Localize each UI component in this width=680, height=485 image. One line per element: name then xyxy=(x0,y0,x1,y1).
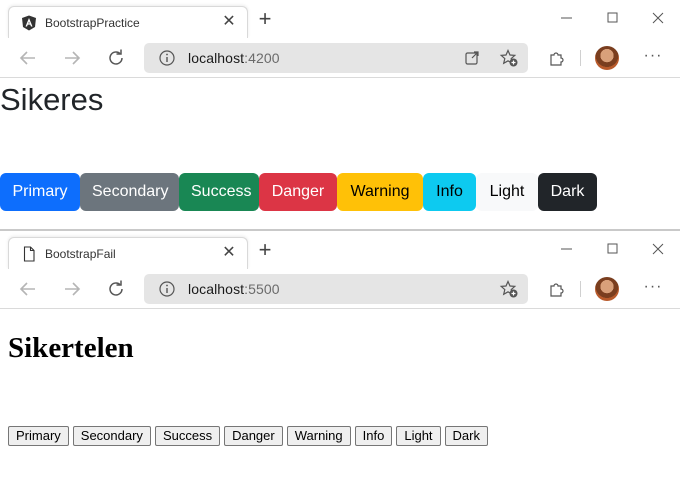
extensions-icon[interactable] xyxy=(546,279,566,299)
reload-icon[interactable] xyxy=(104,277,128,301)
secondary-button[interactable]: Secondary xyxy=(80,173,179,211)
more-options-icon[interactable]: ··· xyxy=(643,48,663,68)
close-window-icon[interactable] xyxy=(648,239,668,259)
minimize-icon[interactable] xyxy=(557,8,577,28)
page-heading: Sikeres xyxy=(0,82,104,117)
back-arrow-icon[interactable] xyxy=(16,46,40,70)
toolbar-divider xyxy=(580,50,581,66)
reload-icon[interactable] xyxy=(104,46,128,70)
new-tab-icon[interactable]: + xyxy=(255,239,275,261)
info-button[interactable]: Info xyxy=(423,173,476,211)
angular-logo-icon xyxy=(22,15,36,31)
browser-window-bootstrap-fail: BootstrapFail ✕ + localhost:5500 ··· Sik… xyxy=(0,231,680,485)
tab-close-icon[interactable]: ✕ xyxy=(219,12,239,32)
add-favorite-icon[interactable] xyxy=(499,279,519,299)
tab-strip: BootstrapFail ✕ + xyxy=(0,231,680,269)
info-icon[interactable] xyxy=(158,280,176,298)
close-window-icon[interactable] xyxy=(648,8,668,28)
document-icon xyxy=(23,246,35,262)
url-host: localhost xyxy=(188,50,245,66)
url-port: :5500 xyxy=(244,281,280,297)
bootstrap-button-row: Primary Secondary Success Danger Warning… xyxy=(0,173,597,211)
light-button[interactable]: Light xyxy=(396,426,441,446)
more-options-icon[interactable]: ··· xyxy=(643,279,663,299)
tab-title: BootstrapPractice xyxy=(45,16,140,30)
tab-bootstrap-practice[interactable]: BootstrapPractice ✕ xyxy=(8,6,248,38)
address-bar[interactable]: localhost:4200 xyxy=(144,43,528,73)
browser-toolbar: localhost:5500 ··· xyxy=(0,269,680,309)
page-heading: Sikertelen xyxy=(8,332,134,364)
profile-avatar[interactable] xyxy=(595,46,619,70)
tab-strip: BootstrapPractice ✕ + xyxy=(0,0,680,38)
browser-window-bootstrap-practice: BootstrapPractice ✕ + localhost:4200 ···… xyxy=(0,0,680,230)
secondary-button[interactable]: Secondary xyxy=(72,426,151,446)
browser-toolbar: localhost:4200 ··· xyxy=(0,38,680,78)
minimize-icon[interactable] xyxy=(557,239,577,259)
back-arrow-icon[interactable] xyxy=(16,277,40,301)
url-text: localhost:5500 xyxy=(188,281,280,297)
profile-avatar[interactable] xyxy=(595,277,619,301)
warning-button[interactable]: Warning xyxy=(337,173,423,211)
primary-button[interactable]: Primary xyxy=(8,426,69,446)
light-button[interactable]: Light xyxy=(476,173,538,211)
maximize-icon[interactable] xyxy=(603,239,623,259)
forward-arrow-icon[interactable] xyxy=(60,46,84,70)
maximize-icon[interactable] xyxy=(603,8,623,28)
info-button[interactable]: Info xyxy=(354,426,393,446)
extensions-icon[interactable] xyxy=(546,48,566,68)
url-host: localhost xyxy=(188,281,245,297)
tab-bootstrap-fail[interactable]: BootstrapFail ✕ xyxy=(8,237,248,269)
url-text: localhost:4200 xyxy=(188,50,280,66)
new-tab-icon[interactable]: + xyxy=(255,8,275,30)
warning-button[interactable]: Warning xyxy=(286,426,351,446)
open-in-app-icon[interactable] xyxy=(464,50,480,66)
tab-close-icon[interactable]: ✕ xyxy=(219,243,239,263)
info-icon[interactable] xyxy=(158,49,176,67)
url-port: :4200 xyxy=(244,50,280,66)
success-button[interactable]: Success xyxy=(179,173,259,211)
address-bar[interactable]: localhost:5500 xyxy=(144,274,528,304)
danger-button[interactable]: Danger xyxy=(224,426,283,446)
primary-button[interactable]: Primary xyxy=(0,173,80,211)
dark-button[interactable]: Dark xyxy=(538,173,597,211)
plain-button-row: Primary Secondary Success Danger Warning… xyxy=(8,426,488,446)
forward-arrow-icon[interactable] xyxy=(60,277,84,301)
add-favorite-icon[interactable] xyxy=(499,48,519,68)
tab-title: BootstrapFail xyxy=(45,247,116,261)
toolbar-divider xyxy=(580,281,581,297)
dark-button[interactable]: Dark xyxy=(444,426,488,446)
danger-button[interactable]: Danger xyxy=(259,173,337,211)
success-button[interactable]: Success xyxy=(154,426,221,446)
